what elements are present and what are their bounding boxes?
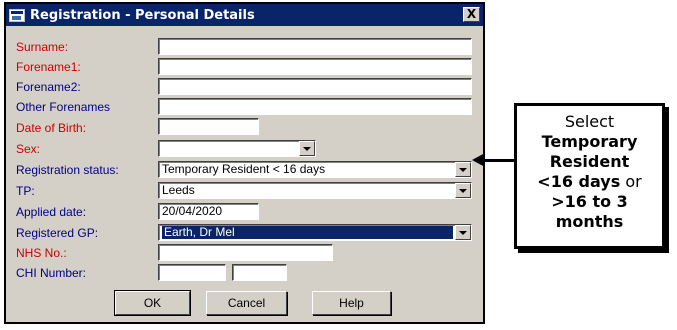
- tp-dropdown-arrow-icon[interactable]: [455, 183, 471, 198]
- registration-status-value: Temporary Resident < 16 days: [162, 162, 326, 176]
- forename1-label: Forename1:: [16, 60, 81, 74]
- forename2-input[interactable]: [158, 78, 472, 95]
- cancel-button[interactable]: Cancel: [206, 291, 287, 315]
- callout-line-5: >16 to 3: [551, 192, 628, 211]
- callout-arrow-line: [483, 159, 515, 162]
- tp-value: Leeds: [162, 183, 195, 197]
- tp-select[interactable]: Leeds: [158, 182, 472, 199]
- registration-status-select[interactable]: Temporary Resident < 16 days: [158, 161, 472, 178]
- callout-line-2: Temporary: [541, 132, 638, 151]
- ok-button[interactable]: OK: [114, 290, 191, 316]
- registered-gp-dropdown-arrow-icon[interactable]: [455, 225, 471, 240]
- callout-line-1: Select: [564, 112, 615, 131]
- nhs-no-input[interactable]: [158, 244, 333, 261]
- registered-gp-select[interactable]: Earth, Dr Mel: [158, 224, 472, 241]
- dob-label: Date of Birth:: [16, 121, 87, 135]
- close-button[interactable]: X: [463, 7, 480, 22]
- chi-number-input-2[interactable]: [232, 264, 287, 281]
- window-title: Registration - Personal Details: [30, 7, 255, 23]
- tp-label: TP:: [16, 184, 35, 198]
- instruction-callout: Select Temporary Resident <16 days or >1…: [514, 103, 665, 249]
- sex-select[interactable]: [158, 140, 316, 157]
- forename1-input[interactable]: [158, 58, 472, 75]
- registered-gp-label: Registered GP:: [16, 226, 99, 240]
- other-forenames-label: Other Forenames: [16, 100, 111, 114]
- registration-status-label: Registration status:: [16, 163, 119, 177]
- callout-line-4-rest: or: [620, 172, 642, 191]
- nhs-no-label: NHS No.:: [16, 246, 67, 260]
- chi-number-input-1[interactable]: [158, 264, 226, 281]
- forename2-label: Forename2:: [16, 80, 81, 94]
- chi-number-label: CHI Number:: [16, 266, 87, 280]
- dob-input[interactable]: [158, 118, 259, 135]
- registration-dialog: Registration - Personal Details X Surnam…: [4, 2, 485, 324]
- surname-input[interactable]: [158, 38, 472, 55]
- sex-label: Sex:: [16, 142, 41, 156]
- help-button[interactable]: Help: [312, 291, 391, 315]
- registration-status-dropdown-arrow-icon[interactable]: [455, 162, 471, 177]
- app-window-icon: [9, 8, 25, 22]
- registered-gp-value: Earth, Dr Mel: [162, 226, 453, 239]
- callout-line-4: <16 days or: [517, 172, 662, 192]
- other-forenames-input[interactable]: [158, 98, 472, 115]
- callout-line-3: Resident: [549, 152, 630, 171]
- applied-date-label: Applied date:: [16, 205, 87, 219]
- callout-arrow-icon: [472, 153, 485, 167]
- callout-line-4-bold: <16 days: [537, 172, 621, 191]
- applied-date-input[interactable]: 20/04/2020: [158, 203, 259, 220]
- callout-line-6: months: [555, 212, 624, 231]
- sex-dropdown-arrow-icon[interactable]: [299, 141, 315, 156]
- title-bar[interactable]: Registration - Personal Details X: [6, 4, 483, 26]
- surname-label: Surname:: [16, 40, 69, 54]
